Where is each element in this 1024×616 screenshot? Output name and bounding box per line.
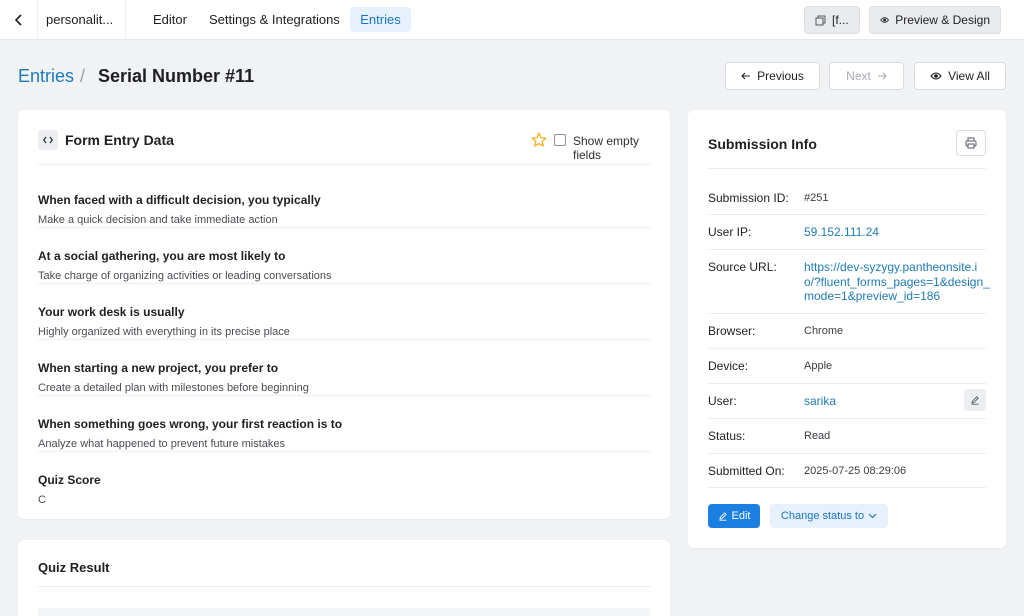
chevron-down-icon — [868, 513, 877, 519]
shortcode-button[interactable]: [f... — [804, 6, 860, 34]
printer-icon — [965, 137, 977, 149]
info-row-user: User: sarika — [708, 384, 986, 419]
tab-editor[interactable]: Editor — [145, 7, 195, 32]
breadcrumb-entries-link[interactable]: Entries — [18, 66, 74, 87]
chevron-left-icon — [14, 14, 22, 26]
form-entry-header: Form Entry Data Show empty fields — [38, 110, 651, 165]
field-question: When starting a new project, you prefer … — [38, 361, 279, 375]
next-label: Next — [846, 69, 871, 83]
form-entry-title: Form Entry Data — [65, 132, 174, 148]
submission-info-title: Submission Info — [708, 136, 817, 152]
info-row-submitted-on: Submitted On: 2025-07-25 08:29:06 — [708, 454, 986, 488]
info-row-source-url: Source URL: https://dev-syzygy.pantheons… — [708, 250, 990, 314]
arrow-left-icon — [741, 72, 751, 80]
info-label: Submission ID: — [708, 191, 789, 205]
entry-field: Your work desk is usually Highly organiz… — [38, 284, 651, 340]
star-icon[interactable] — [531, 132, 547, 148]
back-button[interactable] — [0, 0, 38, 40]
field-answer: Make a quick decision and take immediate… — [38, 214, 278, 226]
pencil-icon — [971, 396, 979, 405]
user-ip-link[interactable]: 59.152.111.24 — [804, 225, 879, 239]
code-icon — [38, 130, 58, 150]
info-value: Read — [804, 430, 831, 442]
edit-button[interactable]: Edit — [708, 504, 760, 528]
previous-button[interactable]: Previous — [725, 62, 820, 90]
field-question: When faced with a difficult decision, yo… — [38, 193, 321, 207]
info-label: User IP: — [708, 225, 752, 239]
pencil-icon — [718, 512, 727, 521]
info-label: Source URL: — [708, 260, 777, 274]
entry-field: At a social gathering, you are most like… — [38, 228, 651, 284]
info-value: Chrome — [804, 325, 844, 337]
field-answer: Highly organized with everything in its … — [38, 326, 290, 338]
info-row-submission-id: Submission ID: #251 — [708, 182, 986, 215]
quiz-result-card: Quiz Result — [18, 540, 670, 616]
field-answer: Take charge of organizing activities or … — [38, 270, 332, 282]
edit-user-button[interactable] — [964, 389, 986, 411]
previous-label: Previous — [757, 69, 804, 83]
info-row-device: Device: Apple — [708, 349, 986, 384]
tab-settings-integrations[interactable]: Settings & Integrations — [201, 7, 348, 32]
entry-field: When starting a new project, you prefer … — [38, 340, 651, 396]
info-value: #251 — [804, 192, 829, 204]
preview-design-button[interactable]: Preview & Design — [869, 6, 1001, 34]
view-all-label: View All — [948, 69, 990, 83]
submission-info-header: Submission Info — [708, 110, 986, 169]
change-status-dropdown[interactable]: Change status to — [770, 504, 888, 528]
form-entry-card: Form Entry Data Show empty fields When f… — [18, 110, 670, 519]
entry-field: Quiz Score C — [38, 452, 651, 508]
field-question: Your work desk is usually — [38, 305, 185, 319]
entry-field: When faced with a difficult decision, yo… — [38, 172, 651, 228]
arrow-right-icon — [877, 72, 887, 80]
page-title: Serial Number #11 — [98, 66, 255, 86]
field-question: Quiz Score — [38, 473, 101, 487]
breadcrumb-separator: / — [80, 66, 86, 86]
entry-field: When something goes wrong, your first re… — [38, 396, 651, 452]
info-label: Browser: — [708, 324, 756, 338]
info-value: 2025-07-25 08:29:06 — [804, 465, 907, 477]
shortcode-label: [f... — [832, 13, 849, 27]
info-label: Device: — [708, 359, 749, 373]
field-answer: Analyze what happened to prevent future … — [38, 438, 286, 450]
source-url-link[interactable]: https://dev-syzygy.pantheonsite.io/?flue… — [804, 260, 990, 304]
info-label: Submitted On: — [708, 464, 785, 478]
info-row-user-ip: User IP: 59.152.111.24 — [708, 215, 986, 250]
eye-icon — [880, 17, 890, 23]
submission-info-card: Submission Info Submission ID: #251 User… — [688, 110, 1006, 548]
copy-icon — [815, 15, 826, 25]
quiz-result-content — [38, 608, 651, 616]
top-bar: personalit... Editor Settings & Integrat… — [0, 0, 1024, 40]
preview-design-label: Preview & Design — [895, 13, 990, 27]
next-button[interactable]: Next — [829, 62, 904, 90]
info-value: Apple — [804, 360, 833, 372]
info-row-status: Status: Read — [708, 419, 986, 454]
info-label: Status: — [708, 429, 746, 443]
change-status-label: Change status to — [780, 510, 865, 522]
quiz-result-title: Quiz Result — [38, 560, 110, 575]
show-empty-fields-label: Show empty fields — [573, 134, 640, 162]
user-link[interactable]: sarika — [804, 394, 836, 408]
print-button[interactable] — [956, 130, 986, 156]
form-name: personalit... — [38, 0, 126, 40]
show-empty-fields-checkbox[interactable] — [554, 134, 566, 146]
quiz-result-header: Quiz Result — [38, 540, 651, 587]
tab-entries[interactable]: Entries — [350, 7, 411, 32]
field-question: At a social gathering, you are most like… — [38, 249, 286, 263]
info-row-browser: Browser: Chrome — [708, 314, 986, 349]
info-label: User: — [708, 394, 737, 408]
edit-label: Edit — [731, 510, 751, 522]
eye-icon — [930, 72, 942, 80]
field-question: When something goes wrong, your first re… — [38, 417, 343, 431]
view-all-button[interactable]: View All — [914, 62, 1006, 90]
field-answer: C — [38, 494, 46, 506]
field-answer: Create a detailed plan with milestones b… — [38, 382, 309, 394]
